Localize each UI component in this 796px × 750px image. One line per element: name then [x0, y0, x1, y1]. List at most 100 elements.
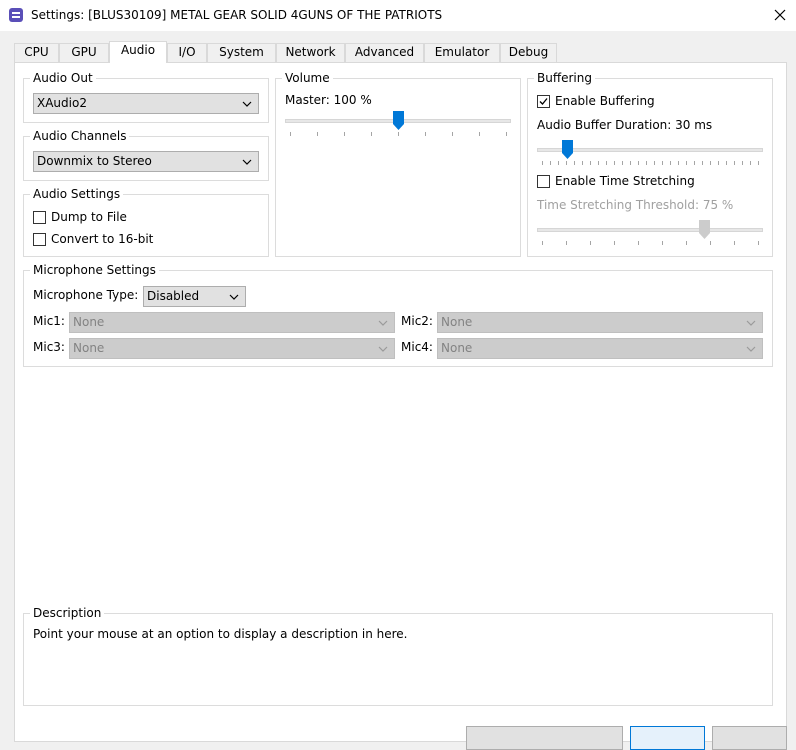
tab-gpu[interactable]: GPU — [59, 43, 109, 62]
slider-tick — [344, 132, 345, 136]
slider-thumb-icon — [699, 220, 710, 239]
stretch-threshold-slider — [537, 219, 763, 247]
slider-tick — [542, 241, 543, 245]
slider-tick — [662, 241, 663, 245]
enable-buffering-label[interactable]: Enable Buffering — [555, 94, 655, 109]
slider-tick — [726, 161, 727, 165]
buffer-duration-slider[interactable] — [537, 139, 763, 167]
slider-tick — [654, 161, 655, 165]
stretch-threshold-track — [537, 228, 763, 232]
chevron-down-icon — [378, 346, 388, 352]
master-volume-label: Master: 100 % — [285, 93, 372, 107]
stretch-threshold-label: Time Stretching Threshold: 75 % — [537, 198, 734, 212]
slider-tick — [582, 161, 583, 165]
chevron-down-icon — [746, 320, 756, 326]
slider-tick — [670, 161, 671, 165]
mic4-label: Mic4: — [401, 340, 433, 354]
convert-16bit-checkbox[interactable] — [33, 233, 46, 246]
slider-tick — [734, 161, 735, 165]
slider-tick — [558, 161, 559, 165]
slider-tick — [662, 161, 663, 165]
slider-tick — [566, 241, 567, 245]
slider-tick — [606, 161, 607, 165]
dump-to-file-checkbox[interactable] — [33, 211, 46, 224]
rpcs3-app-icon — [9, 8, 23, 22]
audio-settings-group: Audio Settings — [23, 186, 269, 257]
tab-network[interactable]: Network — [276, 43, 345, 62]
buffering-title: Buffering — [534, 70, 595, 86]
tab-cpu[interactable]: CPU — [14, 43, 59, 62]
slider-tick — [734, 241, 735, 245]
audio-out-select[interactable]: XAudio2 — [33, 93, 259, 114]
mic4-select: None — [437, 338, 763, 359]
mic1-label: Mic1: — [33, 314, 65, 328]
slider-thumb-icon[interactable] — [562, 140, 573, 159]
microphone-type-select[interactable]: Disabled — [143, 286, 246, 307]
slider-tick — [742, 161, 743, 165]
slider-tick — [638, 241, 639, 245]
mic4-value: None — [441, 341, 473, 355]
chevron-down-icon — [746, 346, 756, 352]
volume-title: Volume — [282, 70, 333, 86]
microphone-type-value: Disabled — [147, 289, 200, 303]
slider-tick — [371, 132, 372, 136]
slider-tick — [290, 132, 291, 136]
title-bar: Settings: [BLUS30109] METAL GEAR SOLID 4… — [0, 0, 796, 31]
chevron-down-icon — [378, 320, 388, 326]
tab-io[interactable]: I/O — [167, 43, 207, 62]
mic2-select: None — [437, 312, 763, 333]
mic3-label: Mic3: — [33, 340, 65, 354]
slider-tick — [686, 241, 687, 245]
slider-tick — [542, 161, 543, 165]
slider-tick — [630, 161, 631, 165]
mic2-label: Mic2: — [401, 314, 433, 328]
chevron-down-icon — [229, 294, 239, 300]
slider-tick — [614, 161, 615, 165]
slider-tick — [452, 132, 453, 136]
slider-tick — [506, 132, 507, 136]
time-stretching-label[interactable]: Enable Time Stretching — [555, 174, 695, 189]
master-volume-ticks — [290, 132, 507, 136]
mic3-select: None — [69, 338, 395, 359]
slider-tick — [758, 241, 759, 245]
enable-buffering-checkbox[interactable] — [537, 95, 550, 108]
slider-tick — [694, 161, 695, 165]
slider-tick — [566, 161, 567, 165]
slider-tick — [702, 161, 703, 165]
cancel-button[interactable] — [712, 726, 787, 750]
audio-settings-title: Audio Settings — [30, 186, 124, 202]
master-volume-slider[interactable] — [285, 110, 511, 138]
microphone-title: Microphone Settings — [30, 262, 159, 278]
dump-to-file-label[interactable]: Dump to File — [51, 210, 127, 225]
close-button[interactable] — [764, 2, 796, 28]
chevron-down-icon — [242, 101, 252, 107]
slider-tick — [479, 132, 480, 136]
slider-tick — [614, 241, 615, 245]
slider-tick — [710, 161, 711, 165]
audio-channels-select[interactable]: Downmix to Stereo — [33, 151, 259, 172]
stretch-threshold-ticks — [542, 241, 759, 245]
tab-advanced[interactable]: Advanced — [345, 43, 424, 62]
close-icon — [774, 9, 786, 21]
tab-debug[interactable]: Debug — [500, 43, 557, 62]
slider-thumb-icon[interactable] — [393, 111, 404, 130]
buffer-duration-label: Audio Buffer Duration: 30 ms — [537, 118, 713, 132]
tab-system[interactable]: System — [207, 43, 276, 62]
slider-tick — [678, 161, 679, 165]
tab-audio[interactable]: Audio — [109, 41, 167, 63]
description-title: Description — [30, 605, 105, 621]
audio-channels-value: Downmix to Stereo — [37, 154, 152, 168]
mic1-value: None — [73, 315, 105, 329]
buffer-duration-ticks — [542, 161, 759, 165]
mic2-value: None — [441, 315, 473, 329]
description-text: Point your mouse at an option to display… — [33, 627, 408, 641]
save-button[interactable] — [630, 726, 705, 750]
time-stretching-checkbox[interactable] — [537, 175, 550, 188]
bottom-button[interactable] — [466, 726, 623, 750]
microphone-type-label: Microphone Type: — [33, 288, 139, 302]
window-title: Settings: [BLUS30109] METAL GEAR SOLID 4… — [31, 8, 443, 22]
mic1-select: None — [69, 312, 395, 333]
tab-emulator[interactable]: Emulator — [424, 43, 500, 62]
convert-16bit-label[interactable]: Convert to 16-bit — [51, 232, 153, 247]
audio-out-value: XAudio2 — [37, 96, 87, 110]
